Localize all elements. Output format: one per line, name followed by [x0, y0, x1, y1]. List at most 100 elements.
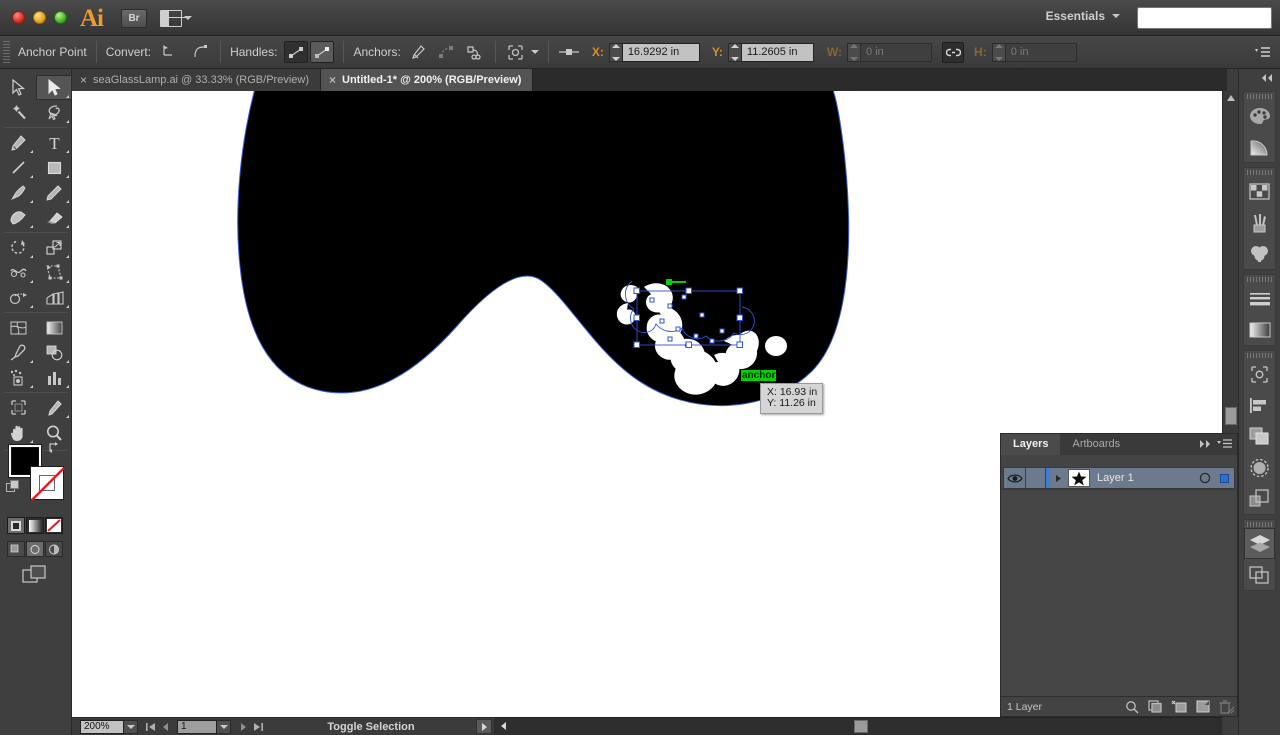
- artboard-tool-icon[interactable]: [0, 395, 36, 420]
- dock-grip[interactable]: [1244, 520, 1275, 528]
- arrange-documents-button[interactable]: [160, 8, 193, 28]
- color-guide-panel-icon[interactable]: [1244, 131, 1275, 162]
- zoom-window-button[interactable]: [54, 11, 67, 24]
- none-swatch-icon[interactable]: [45, 517, 63, 534]
- cut-path-icon[interactable]: [464, 41, 486, 63]
- line-segment-tool-icon[interactable]: [0, 155, 36, 180]
- selection-tool-icon[interactable]: [0, 75, 36, 100]
- eye-icon[interactable]: [1004, 468, 1026, 488]
- align-panel-icon[interactable]: [1244, 390, 1275, 421]
- horizontal-scrollbar[interactable]: [494, 717, 1222, 735]
- scale-tool-icon[interactable]: [36, 235, 72, 260]
- rotate-tool-icon[interactable]: [0, 235, 36, 260]
- lock-toggle[interactable]: [1026, 468, 1046, 488]
- type-tool-icon[interactable]: T: [36, 130, 72, 155]
- eraser-tool-icon[interactable]: [36, 205, 72, 230]
- create-new-layer-icon[interactable]: [1196, 700, 1210, 713]
- selection-indicator[interactable]: [1214, 468, 1234, 488]
- resize-grip[interactable]: [1226, 705, 1235, 714]
- magic-wand-tool-icon[interactable]: [0, 100, 36, 125]
- mesh-tool-icon[interactable]: [0, 315, 36, 340]
- free-transform-tool-icon[interactable]: [36, 260, 72, 285]
- dock-grip[interactable]: [1244, 351, 1275, 359]
- symbol-sprayer-tool-icon[interactable]: [0, 365, 36, 390]
- create-new-sublayer-icon[interactable]: [1171, 700, 1187, 713]
- width-tool-icon[interactable]: [0, 260, 36, 285]
- zoom-dropdown-button[interactable]: [124, 719, 138, 734]
- horizontal-scroll-thumb[interactable]: [854, 720, 868, 733]
- scroll-left-icon[interactable]: [496, 718, 512, 734]
- tab-layers[interactable]: Layers: [1001, 434, 1061, 455]
- locate-object-icon[interactable]: [1125, 700, 1139, 714]
- close-icon[interactable]: ×: [329, 74, 336, 86]
- default-fill-stroke-icon[interactable]: [6, 480, 20, 494]
- previous-artboard-icon[interactable]: [158, 720, 173, 734]
- swatches-panel-icon[interactable]: [1244, 176, 1275, 207]
- direct-selection-tool-icon[interactable]: [36, 75, 72, 100]
- align-to-icon[interactable]: [558, 41, 580, 63]
- stroke-swatch[interactable]: [30, 466, 65, 501]
- collapse-to-icons-icon[interactable]: [1239, 69, 1280, 87]
- dock-grip[interactable]: [1244, 168, 1275, 176]
- status-menu-icon[interactable]: [476, 719, 492, 734]
- blend-tool-icon[interactable]: [36, 340, 72, 365]
- graph-tool-icon[interactable]: [36, 365, 72, 390]
- convert-to-smooth-icon[interactable]: [189, 41, 211, 63]
- table-row[interactable]: Layer 1: [1003, 467, 1235, 489]
- close-window-button[interactable]: [12, 11, 25, 24]
- slice-tool-icon[interactable]: [36, 395, 72, 420]
- stroke-panel-icon[interactable]: [1244, 283, 1275, 314]
- pen-tool-icon[interactable]: [0, 130, 36, 155]
- search-input[interactable]: [1137, 7, 1272, 29]
- next-artboard-icon[interactable]: [236, 720, 251, 734]
- layers-list-body[interactable]: [1001, 489, 1237, 703]
- blob-brush-tool-icon[interactable]: [0, 205, 36, 230]
- zoom-level-field[interactable]: 200%: [80, 719, 124, 734]
- layer-name[interactable]: Layer 1: [1090, 472, 1196, 484]
- last-artboard-icon[interactable]: [251, 720, 266, 734]
- transform-panel-icon[interactable]: [1244, 359, 1275, 390]
- target-circle-icon[interactable]: [1196, 468, 1214, 488]
- scroll-up-icon[interactable]: [1223, 91, 1239, 105]
- expand-triangle-icon[interactable]: [1050, 468, 1066, 488]
- artboard-number-field[interactable]: 1: [177, 719, 217, 734]
- swap-fill-stroke-icon[interactable]: [48, 441, 61, 454]
- appearance-panel-icon[interactable]: [1244, 483, 1275, 514]
- isolate-selected-object-icon[interactable]: [505, 41, 527, 63]
- y-stepper[interactable]: [727, 42, 741, 62]
- symbols-panel-icon[interactable]: [1244, 238, 1275, 269]
- rectangle-tool-icon[interactable]: [36, 155, 72, 180]
- pencil-tool-icon[interactable]: [36, 180, 72, 205]
- dock-grip[interactable]: [1244, 275, 1275, 283]
- bridge-button[interactable]: Br: [121, 9, 147, 28]
- tab-artboards[interactable]: Artboards: [1060, 434, 1133, 455]
- perspective-grid-tool-icon[interactable]: [36, 285, 72, 310]
- gradient-tool-icon[interactable]: [36, 315, 72, 340]
- dock-grip[interactable]: [1244, 92, 1275, 100]
- first-artboard-icon[interactable]: [143, 720, 158, 734]
- draw-normal-icon[interactable]: [7, 541, 25, 557]
- draw-inside-icon[interactable]: [45, 541, 63, 557]
- transparency-panel-icon[interactable]: [1244, 452, 1275, 483]
- workspace-switcher[interactable]: Essentials: [1046, 9, 1120, 23]
- document-tab-seaglasslamp[interactable]: × seaGlassLamp.ai @ 33.33% (RGB/Preview): [72, 69, 321, 91]
- convert-to-corner-icon[interactable]: [158, 41, 180, 63]
- hide-handles-icon[interactable]: [310, 41, 335, 63]
- eyedropper-tool-icon[interactable]: [0, 340, 36, 365]
- make-clipping-mask-icon[interactable]: [1148, 700, 1162, 713]
- control-bar-grip[interactable]: [3, 41, 10, 63]
- collapse-panel-icon[interactable]: [1197, 439, 1211, 449]
- change-screen-mode-icon[interactable]: [22, 565, 46, 583]
- connect-anchors-icon[interactable]: [436, 41, 458, 63]
- gradient-swatch-icon[interactable]: [26, 517, 44, 534]
- x-stepper[interactable]: [608, 42, 622, 62]
- artboard-dropdown-button[interactable]: [217, 719, 231, 734]
- gradient-panel-icon[interactable]: [1244, 314, 1275, 345]
- close-icon[interactable]: ×: [80, 74, 87, 86]
- vertical-scroll-thumb[interactable]: [1225, 407, 1237, 425]
- chevron-down-icon[interactable]: [530, 50, 539, 54]
- shape-builder-tool-icon[interactable]: [0, 285, 36, 310]
- color-panel-icon[interactable]: [1244, 100, 1275, 131]
- color-swatch-icon[interactable]: [7, 517, 25, 534]
- artboards-panel-icon[interactable]: [1244, 559, 1275, 590]
